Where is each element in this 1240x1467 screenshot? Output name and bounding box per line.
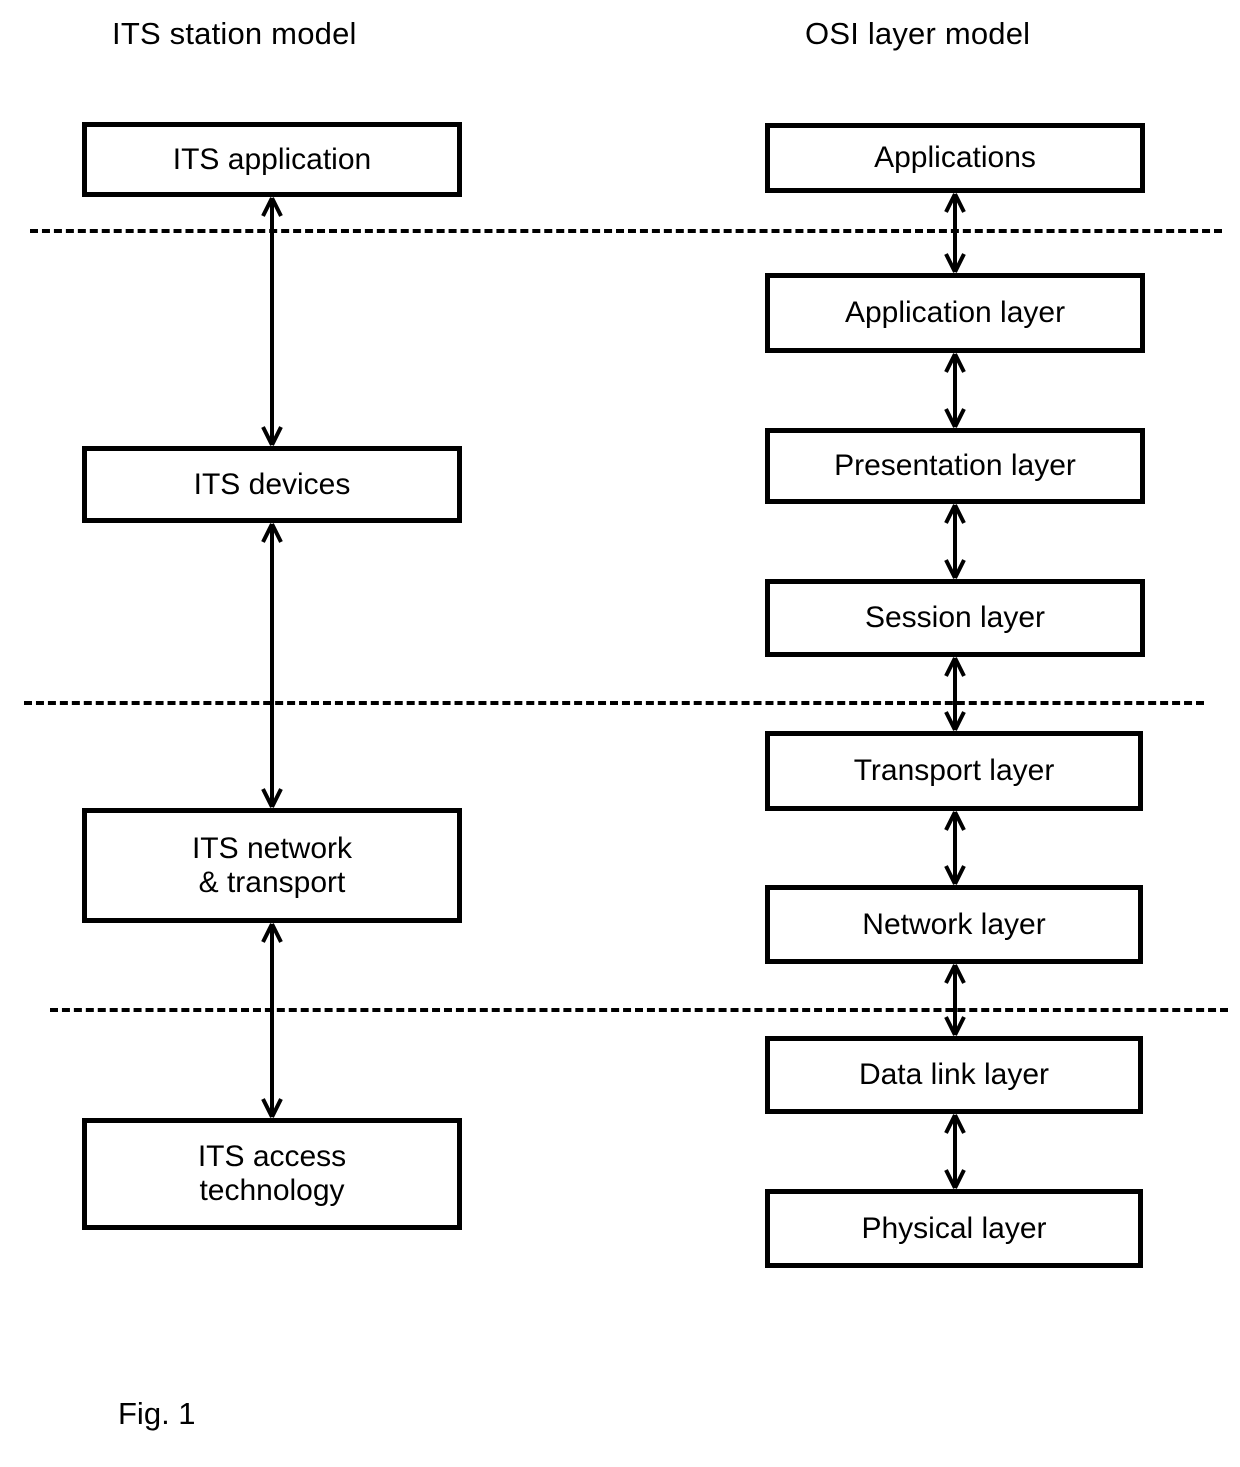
connector-presentation-layer-session-layer [942,504,968,579]
node-label-its-network-line1: ITS network [191,831,353,865]
node-physical-layer: Physical layer [765,1189,1143,1268]
node-label-session-layer: Session layer [864,601,1046,635]
node-label-data-link-layer: Data link layer [858,1058,1050,1092]
node-label-its-application: ITS application [172,142,372,176]
node-its-devices: ITS devices [82,446,462,523]
node-label-its-access-line1: ITS access [197,1140,347,1174]
node-its-network-transport: ITS network & transport [82,808,462,923]
connector-network-layer-data-link-layer [942,964,968,1036]
node-label-network-layer: Network layer [862,907,1046,941]
node-label-presentation-layer: Presentation layer [834,449,1076,483]
column-title-osi-layer-model: OSI layer model [805,16,1031,51]
figure-caption: Fig. 1 [118,1396,196,1431]
node-data-link-layer: Data link layer [765,1036,1143,1114]
connector-applications-application-layer [942,193,968,273]
node-transport-layer: Transport layer [765,731,1143,811]
node-its-application: ITS application [82,122,462,197]
node-label-its-access-line2: technology [199,1174,345,1207]
node-label-its-devices: ITS devices [193,467,351,501]
figure-canvas: ITS station model OSI layer model ITS ap… [0,0,1240,1467]
connector-application-layer-presentation-layer [942,353,968,428]
node-label-applications: Applications [874,141,1036,175]
connector-its-application-its-devices [259,197,285,446]
node-label-physical-layer: Physical layer [861,1211,1047,1245]
node-network-layer: Network layer [765,885,1143,964]
separator-2 [24,701,1204,705]
connector-data-link-layer-physical-layer [942,1114,968,1189]
connector-session-layer-transport-layer [942,657,968,731]
connector-transport-layer-network-layer [942,811,968,885]
connector-its-devices-its-network [259,523,285,808]
node-label-transport-layer: Transport layer [853,754,1055,788]
node-session-layer: Session layer [765,579,1145,657]
separator-3 [50,1008,1228,1012]
connector-its-network-its-access [259,923,285,1118]
node-presentation-layer: Presentation layer [765,428,1145,504]
node-applications: Applications [765,123,1145,193]
node-label-its-network-line2: & transport [198,865,346,899]
node-label-application-layer: Application layer [844,296,1066,330]
node-its-access-technology: ITS access technology [82,1118,462,1230]
node-application-layer: Application layer [765,273,1145,353]
separator-1 [30,229,1222,233]
column-title-its-station-model: ITS station model [112,16,357,51]
